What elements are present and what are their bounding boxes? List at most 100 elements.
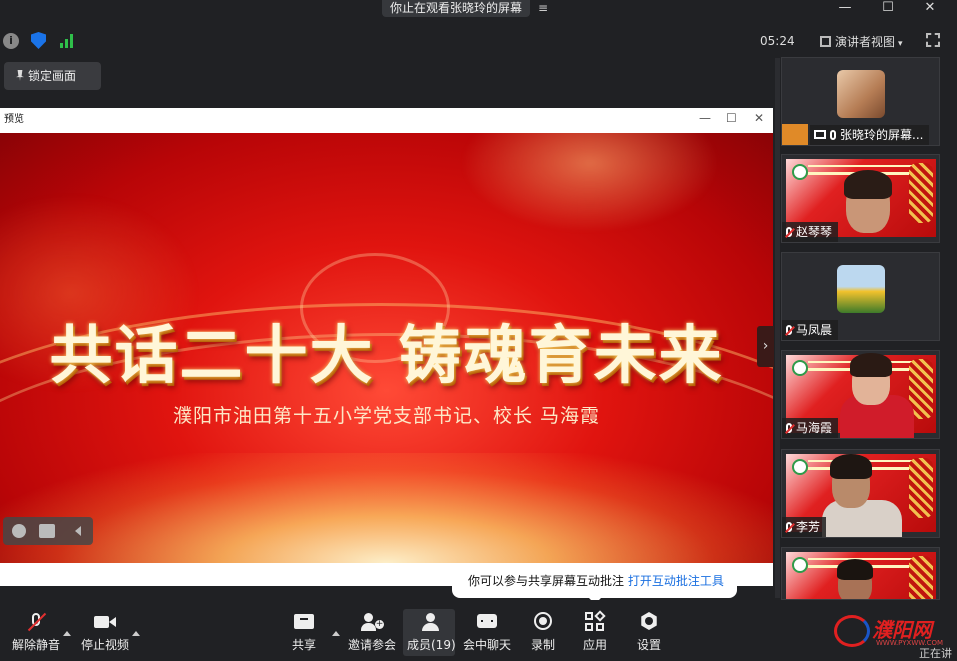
- participant-name-label: 马海霞: [796, 421, 833, 435]
- mic-icon: [830, 130, 836, 140]
- meeting-timer: 05:24: [760, 34, 795, 48]
- share-options-caret[interactable]: [332, 631, 340, 636]
- minimize-button[interactable]: —: [825, 0, 865, 17]
- speaking-status: 正在讲: [919, 647, 952, 660]
- pin-icon: [16, 70, 24, 81]
- maximize-button[interactable]: ☐: [868, 0, 908, 17]
- participant-name: 马海霞: [782, 418, 839, 438]
- apps-grid-icon: [584, 610, 606, 632]
- collapse-panel-button[interactable]: ›: [757, 326, 774, 367]
- record-button[interactable]: 录制: [531, 612, 555, 653]
- avatar: [837, 265, 885, 313]
- audio-options-caret[interactable]: [63, 631, 71, 636]
- golden-sparkle: [0, 453, 773, 563]
- status-bar: i 05:24 演讲者视图 ▾: [0, 27, 957, 55]
- chat-label: 会中聊天: [463, 638, 512, 652]
- apps-label: 应用: [583, 638, 608, 652]
- collapse-arrow-icon[interactable]: [75, 526, 81, 536]
- share-banner: 你止在观看张晓玲的屏幕: [382, 0, 531, 17]
- invite-button[interactable]: + 邀请参会: [348, 612, 396, 653]
- participant-face: [850, 353, 892, 405]
- participant-name: 赵琴琴: [782, 222, 839, 242]
- school-logo: [792, 459, 808, 475]
- avatar: [837, 70, 885, 118]
- participant-tile[interactable]: 赵琴琴: [781, 154, 940, 243]
- slide-title: 共话二十大 铸魂育未来: [49, 319, 724, 392]
- meeting-toolbar: 解除静音 停止视频 共享 + 邀请参会 成员(19) 会中聊天 录制 应用 设置: [0, 600, 957, 658]
- mic-off-icon: [25, 612, 47, 632]
- decoration: [909, 556, 933, 599]
- presentation-slide: 共话二十大 铸魂育未来 濮阳市油田第十五小学党支部书记、校长 马海霞: [0, 133, 773, 563]
- fullscreen-icon[interactable]: [926, 33, 940, 47]
- mic-muted-icon: [786, 522, 792, 532]
- unmute-button[interactable]: 解除静音: [12, 612, 60, 653]
- members-label: 成员(19): [407, 638, 456, 652]
- lock-view-label: 锁定画面: [28, 69, 77, 83]
- participant-name: 张晓玲的屏幕...: [810, 125, 930, 145]
- share-button[interactable]: 共享: [292, 612, 316, 653]
- participant-face: [844, 170, 892, 233]
- record-icon: [532, 612, 554, 632]
- school-logo: [792, 164, 808, 180]
- preview-maximize-button[interactable]: ☐: [726, 111, 737, 125]
- mic-muted-icon: [786, 227, 792, 237]
- open-annotation-link[interactable]: 打开互动批注工具: [628, 574, 724, 588]
- host-icon: [782, 124, 808, 145]
- record-label: 录制: [531, 638, 556, 652]
- close-button[interactable]: ✕: [910, 0, 950, 17]
- lock-view-button[interactable]: 锁定画面: [4, 62, 101, 90]
- shared-screen-preview: 预览 — ☐ ✕ 共话二十大 铸魂育未来 濮阳市油田第十五小学党支部书记、校长 …: [0, 108, 773, 586]
- video-camera-icon: [94, 612, 116, 632]
- add-user-icon: +: [361, 612, 384, 632]
- info-icon[interactable]: i: [3, 33, 19, 49]
- chevron-down-icon: ▾: [898, 39, 903, 49]
- participant-tile[interactable]: 马海霞: [781, 350, 940, 439]
- members-icon: [420, 612, 442, 632]
- preview-close-button[interactable]: ✕: [754, 111, 764, 125]
- preview-minimize-button[interactable]: —: [699, 111, 711, 125]
- unmute-label: 解除静音: [12, 638, 61, 652]
- stop-video-label: 停止视频: [81, 638, 130, 652]
- mic-muted-icon: [786, 325, 792, 335]
- preview-title: 预览: [0, 108, 773, 132]
- chat-bubble-icon[interactable]: [39, 524, 55, 538]
- emoji-icon[interactable]: [12, 524, 26, 538]
- invite-label: 邀请参会: [348, 638, 397, 652]
- participant-tile[interactable]: 张晓玲的屏幕...: [781, 57, 940, 146]
- title-bar: 你止在观看张晓玲的屏幕 ≡ — ☐ ✕: [0, 0, 957, 20]
- mic-muted-icon: [786, 423, 792, 433]
- participant-name-label: 赵琴琴: [796, 225, 833, 239]
- view-mode-button[interactable]: 演讲者视图 ▾: [820, 33, 903, 50]
- settings-button[interactable]: 设置: [637, 612, 661, 653]
- layout-icon: [820, 36, 831, 47]
- participant-tile[interactable]: 马凤晨: [781, 252, 940, 341]
- annotation-tooltip: 你可以参与共享屏幕互动批注 打开互动批注工具: [452, 565, 737, 604]
- participant-name-label: 张晓玲的屏幕...: [840, 128, 924, 142]
- slide-subtitle: 濮阳市油田第十五小学党支部书记、校长 马海霞: [172, 405, 601, 427]
- share-menu-icon[interactable]: ≡: [538, 0, 548, 16]
- shield-icon[interactable]: [31, 32, 46, 49]
- signal-icon[interactable]: [60, 32, 74, 48]
- chat-button[interactable]: 会中聊天: [463, 612, 511, 653]
- participant-name-label: 李芳: [796, 520, 821, 534]
- share-label: 共享: [292, 638, 317, 652]
- view-mode-label: 演讲者视图: [835, 35, 896, 49]
- tooltip-text: 你可以参与共享屏幕互动批注: [468, 574, 625, 588]
- chat-icon: [476, 612, 498, 632]
- members-button[interactable]: 成员(19): [407, 612, 456, 653]
- apps-button[interactable]: 应用: [583, 610, 608, 653]
- school-logo: [792, 360, 808, 376]
- stop-video-button[interactable]: 停止视频: [81, 612, 129, 653]
- panel-scrollbar[interactable]: [775, 58, 780, 598]
- decoration: [909, 163, 933, 223]
- poster-line: [808, 165, 914, 167]
- video-options-caret[interactable]: [132, 631, 140, 636]
- participant-name: 李芳: [782, 517, 827, 537]
- slide-glow: [460, 133, 720, 233]
- settings-label: 设置: [637, 638, 662, 652]
- participant-tile[interactable]: 李芳: [781, 449, 940, 538]
- watermark-logo: [834, 615, 870, 647]
- decoration: [909, 458, 933, 518]
- participant-tile[interactable]: [781, 547, 940, 600]
- participant-name-label: 马凤晨: [796, 323, 833, 337]
